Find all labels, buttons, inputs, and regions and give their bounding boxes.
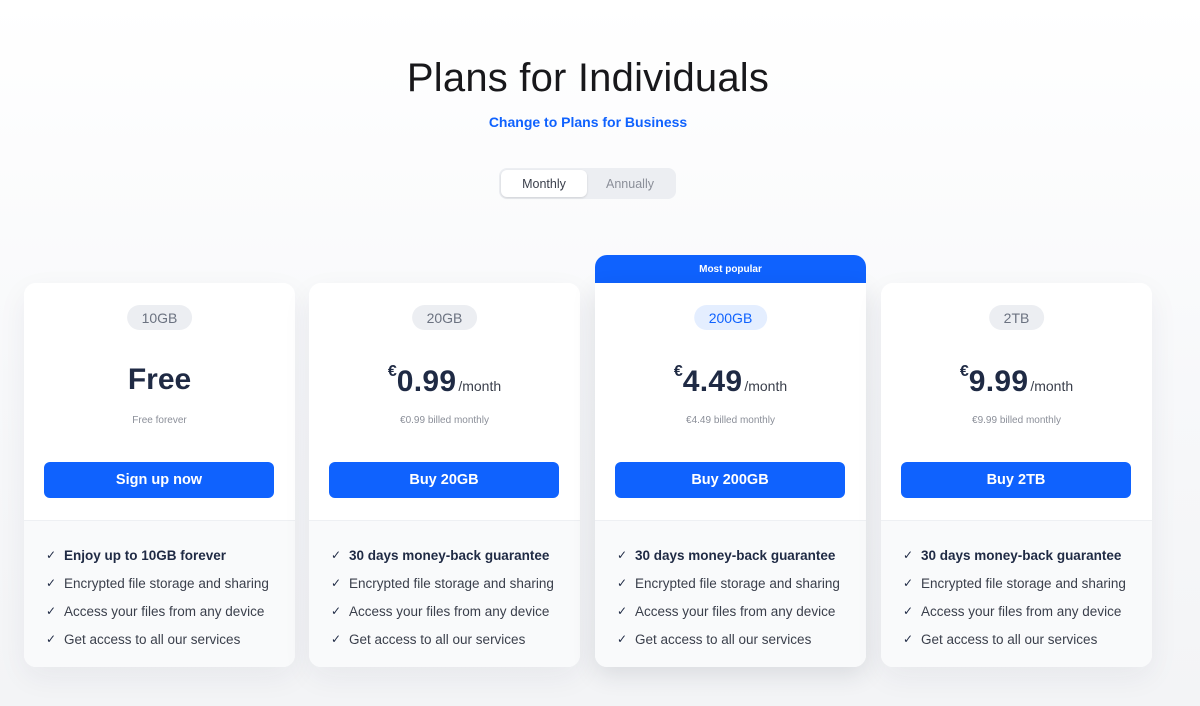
plan-card-header: 20GB €0.99/month €0.99 billed monthly Bu… bbox=[309, 283, 580, 520]
feature-item: ✓ Encrypted file storage and sharing bbox=[617, 569, 866, 597]
feature-label: 30 days money-back guarantee bbox=[921, 547, 1122, 563]
feature-item: ✓ Get access to all our services bbox=[331, 625, 580, 653]
buy-2tb-button[interactable]: Buy 2TB bbox=[901, 462, 1131, 498]
feature-label: Access your files from any device bbox=[921, 603, 1122, 619]
check-icon: ✓ bbox=[617, 604, 628, 618]
price-amount: 9.99 bbox=[968, 365, 1029, 398]
feature-list: ✓ 30 days money-back guarantee ✓ Encrypted… bbox=[309, 520, 580, 667]
change-to-business-link[interactable]: Change to Plans for Business bbox=[0, 114, 1176, 130]
toggle-annually[interactable]: Annually bbox=[587, 170, 673, 197]
feature-list: ✓ 30 days money-back guarantee ✓ Encrypted… bbox=[881, 520, 1152, 667]
toggle-monthly[interactable]: Monthly bbox=[501, 170, 587, 197]
feature-item: ✓ Access your files from any device bbox=[46, 597, 295, 625]
feature-item: ✓ Get access to all our services bbox=[903, 625, 1152, 653]
billing-note: Free forever bbox=[132, 415, 187, 426]
price-period: /month bbox=[458, 378, 502, 394]
feature-list: ✓ 30 days money-back guarantee ✓ Encrypted… bbox=[595, 520, 866, 667]
storage-badge: 200GB bbox=[693, 305, 768, 330]
feature-item: ✓ 30 days money-back guarantee bbox=[617, 541, 866, 569]
feature-label: Encrypted file storage and sharing bbox=[635, 575, 840, 591]
feature-label: Get access to all our services bbox=[921, 631, 1098, 647]
price-amount: 4.49 bbox=[682, 365, 743, 398]
currency-symbol: € bbox=[673, 363, 683, 380]
price: €9.99/month bbox=[881, 363, 1152, 399]
check-icon: ✓ bbox=[903, 548, 914, 562]
check-icon: ✓ bbox=[331, 576, 342, 590]
check-icon: ✓ bbox=[46, 604, 57, 618]
feature-item: ✓ Access your files from any device bbox=[331, 597, 580, 625]
feature-label: Get access to all our services bbox=[635, 631, 812, 647]
feature-label: Access your files from any device bbox=[64, 603, 265, 619]
feature-label: 30 days money-back guarantee bbox=[635, 547, 836, 563]
check-icon: ✓ bbox=[903, 604, 914, 618]
feature-label: Access your files from any device bbox=[349, 603, 550, 619]
price-amount: 0.99 bbox=[396, 365, 457, 398]
feature-label: Get access to all our services bbox=[64, 631, 241, 647]
feature-label: Encrypted file storage and sharing bbox=[921, 575, 1126, 591]
buy-20gb-button[interactable]: Buy 20GB bbox=[329, 462, 559, 498]
billing-note: €4.49 billed monthly bbox=[686, 415, 775, 426]
feature-item: ✓ Access your files from any device bbox=[617, 597, 866, 625]
billing-note: €0.99 billed monthly bbox=[400, 415, 489, 426]
storage-badge: 10GB bbox=[126, 305, 193, 330]
price-amount: Free bbox=[127, 363, 192, 396]
check-icon: ✓ bbox=[617, 576, 628, 590]
feature-list: ✓ Enjoy up to 10GB forever ✓ Encrypted fil… bbox=[24, 520, 295, 667]
plan-card-20gb: 20GB €0.99/month €0.99 billed monthly Bu… bbox=[309, 283, 580, 667]
price: €0.99/month bbox=[309, 363, 580, 399]
feature-item: ✓ Encrypted file storage and sharing bbox=[903, 569, 1152, 597]
feature-item: ✓ Enjoy up to 10GB forever bbox=[46, 541, 295, 569]
check-icon: ✓ bbox=[46, 548, 57, 562]
feature-item: ✓ Encrypted file storage and sharing bbox=[331, 569, 580, 597]
check-icon: ✓ bbox=[331, 548, 342, 562]
plan-card-10gb: 10GB Free Free forever Sign up now ✓ Enjo… bbox=[24, 283, 295, 667]
price-period: /month bbox=[744, 378, 788, 394]
check-icon: ✓ bbox=[46, 632, 57, 646]
sign-up-button[interactable]: Sign up now bbox=[44, 462, 274, 498]
plan-card-2tb: 2TB €9.99/month €9.99 billed monthly Buy… bbox=[881, 283, 1152, 667]
currency-symbol: € bbox=[959, 363, 969, 380]
feature-item: ✓ Get access to all our services bbox=[46, 625, 295, 653]
plan-card-header: 200GB €4.49/month €4.49 billed monthly B… bbox=[595, 283, 866, 520]
feature-item: ✓ Get access to all our services bbox=[617, 625, 866, 653]
check-icon: ✓ bbox=[46, 576, 57, 590]
feature-label: Enjoy up to 10GB forever bbox=[64, 547, 227, 563]
storage-badge: 2TB bbox=[988, 305, 1045, 330]
check-icon: ✓ bbox=[617, 548, 628, 562]
feature-label: Encrypted file storage and sharing bbox=[64, 575, 269, 591]
feature-label: 30 days money-back guarantee bbox=[349, 547, 550, 563]
feature-item: ✓ Encrypted file storage and sharing bbox=[46, 569, 295, 597]
check-icon: ✓ bbox=[331, 604, 342, 618]
plan-card-200gb: 200GB €4.49/month €4.49 billed monthly B… bbox=[595, 283, 866, 667]
check-icon: ✓ bbox=[903, 632, 914, 646]
check-icon: ✓ bbox=[903, 576, 914, 590]
billing-period-toggle: Monthly Annually bbox=[499, 168, 676, 199]
feature-item: ✓ 30 days money-back guarantee bbox=[903, 541, 1152, 569]
check-icon: ✓ bbox=[331, 632, 342, 646]
billing-note: €9.99 billed monthly bbox=[972, 415, 1061, 426]
plan-card-header: 2TB €9.99/month €9.99 billed monthly Buy… bbox=[881, 283, 1152, 520]
currency-symbol: € bbox=[387, 363, 397, 380]
feature-label: Encrypted file storage and sharing bbox=[349, 575, 554, 591]
feature-label: Access your files from any device bbox=[635, 603, 836, 619]
price: €4.49/month bbox=[595, 363, 866, 399]
price: Free bbox=[24, 363, 295, 397]
storage-badge: 20GB bbox=[411, 305, 478, 330]
feature-label: Get access to all our services bbox=[349, 631, 526, 647]
check-icon: ✓ bbox=[617, 632, 628, 646]
feature-item: ✓ 30 days money-back guarantee bbox=[331, 541, 580, 569]
feature-item: ✓ Access your files from any device bbox=[903, 597, 1152, 625]
price-period: /month bbox=[1030, 378, 1074, 394]
buy-200gb-button[interactable]: Buy 200GB bbox=[615, 462, 845, 498]
plan-card-header: 10GB Free Free forever Sign up now bbox=[24, 283, 295, 520]
page-title: Plans for Individuals bbox=[406, 56, 770, 100]
